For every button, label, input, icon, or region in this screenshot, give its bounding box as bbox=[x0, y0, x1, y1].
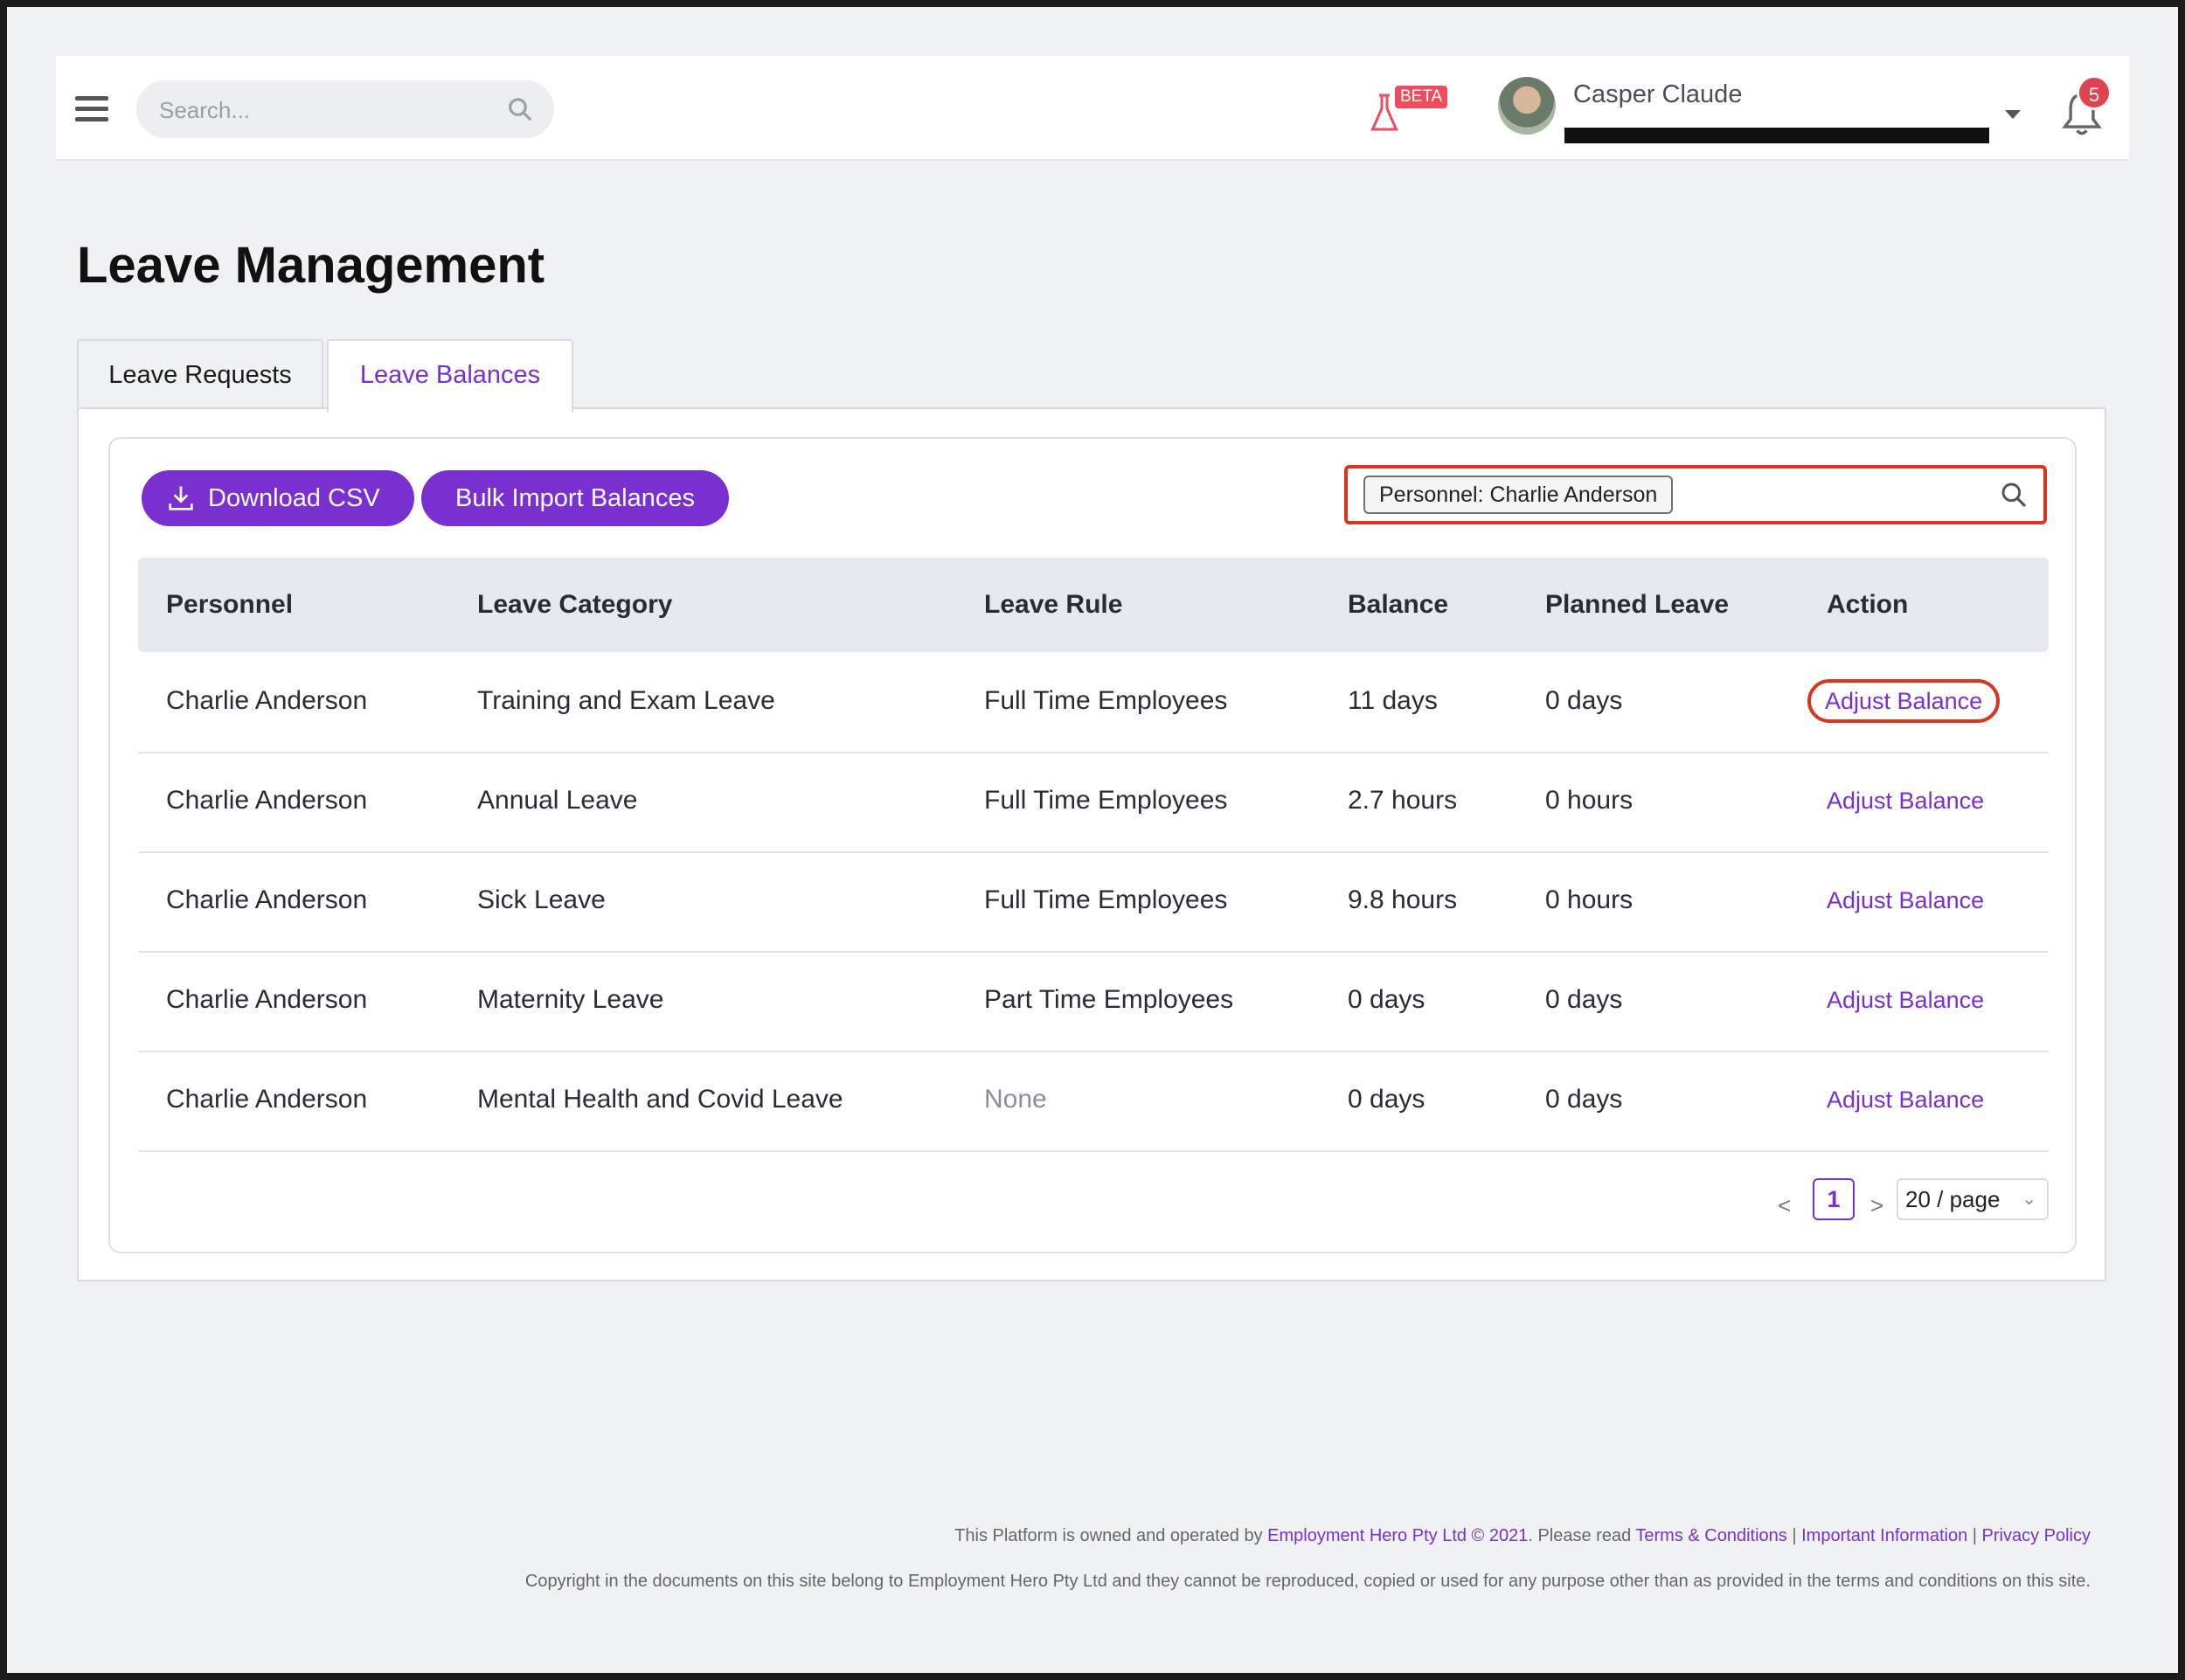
table-row: Charlie Anderson Training and Exam Leave… bbox=[138, 652, 2049, 753]
cell-personnel: Charlie Anderson bbox=[166, 885, 368, 914]
cell-planned-leave: 0 days bbox=[1545, 985, 1623, 1014]
search-icon[interactable] bbox=[2000, 481, 2028, 509]
cell-personnel: Charlie Anderson bbox=[166, 686, 368, 715]
footer-separator: | bbox=[1786, 1526, 1802, 1545]
download-csv-label: Download CSV bbox=[208, 484, 380, 512]
cell-leave-category: Sick Leave bbox=[477, 885, 606, 914]
search-icon[interactable] bbox=[507, 96, 533, 122]
cell-planned-leave: 0 hours bbox=[1545, 786, 1634, 815]
download-icon bbox=[169, 486, 193, 510]
table-row: Charlie Anderson Sick Leave Full Time Em… bbox=[138, 851, 2049, 953]
beta-badge: BETA bbox=[1395, 86, 1448, 108]
adjust-balance-link[interactable]: Adjust Balance bbox=[1827, 987, 1984, 1013]
user-name[interactable]: Casper Claude bbox=[1573, 80, 1742, 109]
cell-personnel: Charlie Anderson bbox=[166, 985, 368, 1014]
page-size-value: 20 / page bbox=[1905, 1186, 2001, 1212]
cell-personnel: Charlie Anderson bbox=[166, 1085, 368, 1114]
adjust-balance-link[interactable]: Adjust Balance bbox=[1807, 679, 2001, 723]
tab-panel: Download CSV Bulk Import Balances Person… bbox=[77, 407, 2106, 1281]
terms-link[interactable]: Terms & Conditions bbox=[1635, 1526, 1786, 1545]
important-information-link[interactable]: Important Information bbox=[1801, 1526, 1967, 1545]
cell-leave-rule: Part Time Employees bbox=[984, 985, 1234, 1014]
column-header-leave-category[interactable]: Leave Category bbox=[477, 558, 672, 652]
download-csv-button[interactable]: Download CSV bbox=[142, 470, 414, 526]
redacted-email bbox=[1564, 128, 1989, 143]
cell-leave-category: Annual Leave bbox=[477, 786, 638, 815]
footer-copyright: Copyright in the documents on this site … bbox=[524, 1572, 2091, 1591]
pagination-prev-button[interactable]: < bbox=[1778, 1192, 1791, 1219]
adjust-balance-link[interactable]: Adjust Balance bbox=[1827, 887, 1984, 913]
balances-card: Download CSV Bulk Import Balances Person… bbox=[108, 437, 2077, 1253]
column-header-planned-leave[interactable]: Planned Leave bbox=[1545, 558, 1729, 652]
page-title: Leave Management bbox=[77, 237, 545, 294]
adjust-balance-link[interactable]: Adjust Balance bbox=[1827, 1086, 1984, 1113]
cell-planned-leave: 0 hours bbox=[1545, 885, 1634, 914]
cell-leave-rule: None bbox=[984, 1085, 1047, 1114]
pagination-next-button[interactable]: > bbox=[1870, 1192, 1883, 1219]
beta-features[interactable]: BETA bbox=[1365, 84, 1453, 136]
pagination-page-1[interactable]: 1 bbox=[1813, 1178, 1855, 1220]
footer-text: This Platform is owned and operated by bbox=[954, 1526, 1268, 1545]
cell-balance: 11 days bbox=[1348, 686, 1438, 715]
cell-leave-rule: Full Time Employees bbox=[984, 885, 1228, 914]
cell-balance: 2.7 hours bbox=[1348, 786, 1458, 815]
adjust-balance-link[interactable]: Adjust Balance bbox=[1827, 788, 1984, 814]
tab-leave-requests[interactable]: Leave Requests bbox=[77, 339, 323, 409]
table-header: Personnel Leave Category Leave Rule Bala… bbox=[138, 558, 2049, 652]
cell-balance: 0 days bbox=[1348, 985, 1425, 1014]
cell-personnel: Charlie Anderson bbox=[166, 786, 368, 815]
footer-text: . Please read bbox=[1528, 1526, 1636, 1545]
cell-balance: 9.8 hours bbox=[1348, 885, 1458, 914]
cell-balance: 0 days bbox=[1348, 1085, 1425, 1114]
table-row: Charlie Anderson Mental Health and Covid… bbox=[138, 1051, 2049, 1152]
column-header-leave-rule[interactable]: Leave Rule bbox=[984, 558, 1122, 652]
footer-separator: | bbox=[1967, 1526, 1982, 1545]
top-header: BETA Casper Claude 5 bbox=[56, 56, 2129, 161]
filter-tag[interactable]: Personnel: Charlie Anderson bbox=[1363, 476, 1674, 514]
menu-icon[interactable] bbox=[75, 96, 108, 121]
table-row: Charlie Anderson Maternity Leave Part Ti… bbox=[138, 951, 2049, 1052]
search-input[interactable] bbox=[157, 80, 493, 140]
cell-leave-rule: Full Time Employees bbox=[984, 686, 1228, 715]
cell-leave-rule: Full Time Employees bbox=[984, 786, 1228, 815]
footer-ownership: This Platform is owned and operated by E… bbox=[954, 1526, 2091, 1546]
chevron-down-icon: ⌄ bbox=[2022, 1190, 2036, 1209]
cell-leave-category: Maternity Leave bbox=[477, 985, 664, 1014]
personnel-filter-input[interactable]: Personnel: Charlie Anderson bbox=[1344, 465, 2047, 524]
table-row: Charlie Anderson Annual Leave Full Time … bbox=[138, 752, 2049, 853]
avatar[interactable] bbox=[1498, 77, 1556, 135]
privacy-policy-link[interactable]: Privacy Policy bbox=[1982, 1526, 2091, 1545]
global-search bbox=[136, 80, 554, 140]
page-size-select[interactable]: 20 / page ⌄ bbox=[1897, 1178, 2049, 1220]
notification-badge: 5 bbox=[2077, 75, 2112, 110]
app-window: BETA Casper Claude 5 Leave Management Le… bbox=[7, 7, 2178, 1673]
column-header-balance[interactable]: Balance bbox=[1348, 558, 1448, 652]
company-link[interactable]: Employment Hero Pty Ltd © 2021 bbox=[1267, 1526, 1528, 1545]
chevron-down-icon[interactable] bbox=[2005, 110, 2021, 119]
bulk-import-button[interactable]: Bulk Import Balances bbox=[421, 470, 729, 526]
column-header-action: Action bbox=[1827, 590, 1909, 619]
cell-planned-leave: 0 days bbox=[1545, 1085, 1623, 1114]
cell-leave-category: Mental Health and Covid Leave bbox=[477, 1085, 843, 1114]
cell-planned-leave: 0 days bbox=[1545, 686, 1623, 715]
cell-leave-category: Training and Exam Leave bbox=[477, 686, 775, 715]
column-header-personnel[interactable]: Personnel bbox=[166, 558, 293, 652]
tab-leave-balances[interactable]: Leave Balances bbox=[327, 339, 573, 413]
